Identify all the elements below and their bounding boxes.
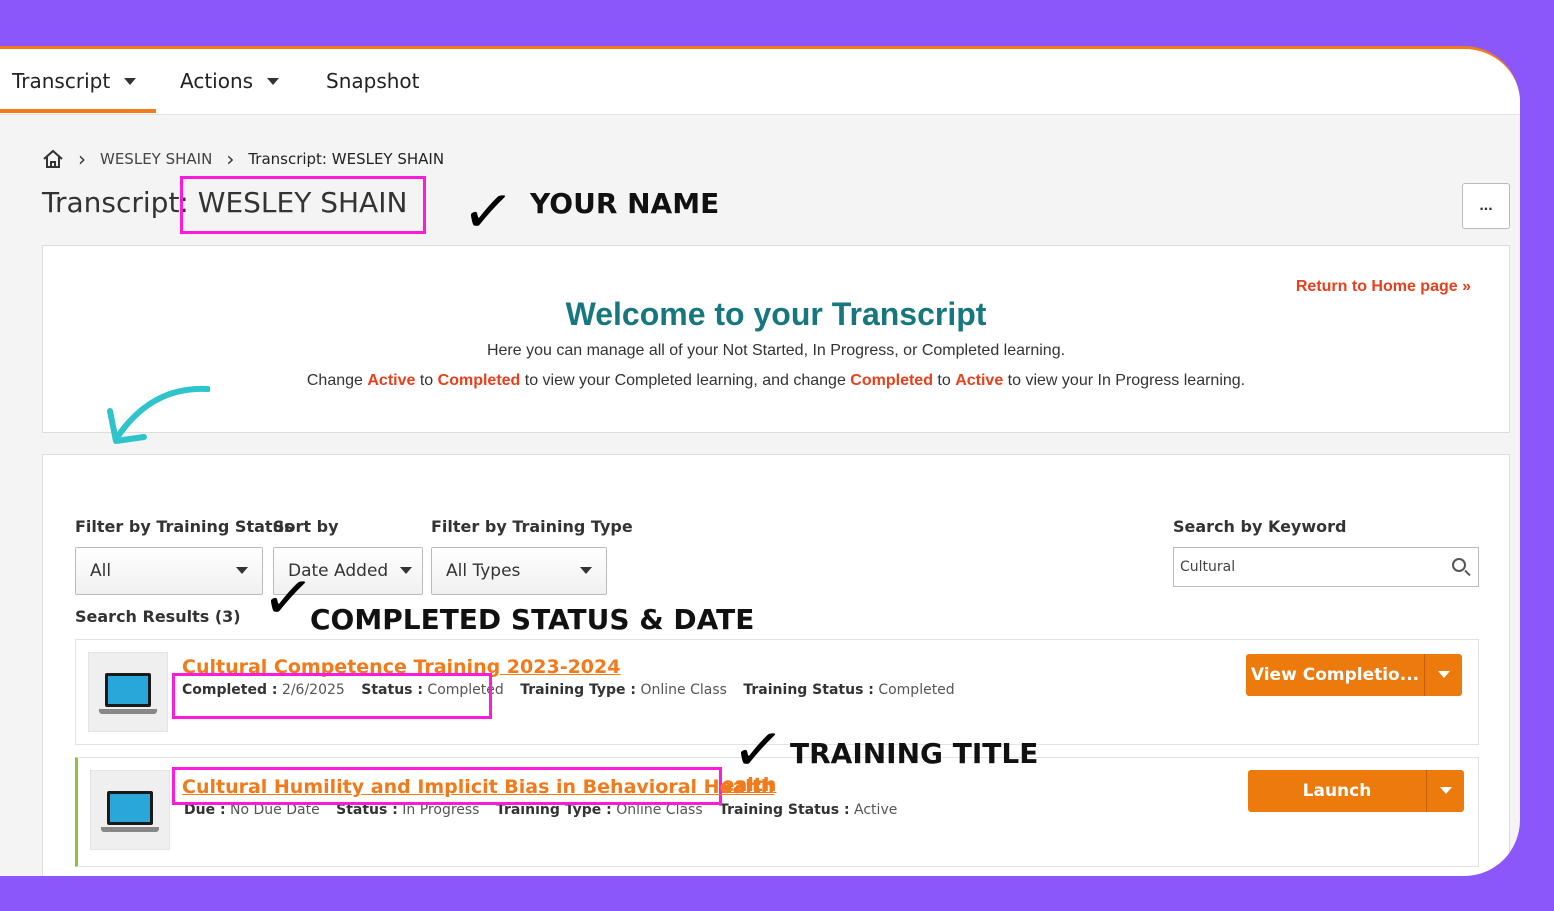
breadcrumb-user[interactable]: WESLEY SHAIN	[100, 150, 212, 168]
chevron-right-icon: ›	[78, 147, 86, 171]
keyword-value: Cultural	[1180, 559, 1236, 575]
laptop-icon	[88, 652, 168, 732]
chevron-down-icon	[400, 567, 412, 574]
type-filter-label: Filter by Training Type	[431, 517, 633, 536]
search-icon[interactable]	[1452, 558, 1466, 572]
home-icon[interactable]	[42, 149, 64, 169]
launch-button[interactable]: Launch	[1248, 770, 1464, 812]
arrow-icon	[107, 385, 210, 444]
chevron-right-icon: ›	[226, 147, 235, 171]
instruction-text: Change	[306, 372, 368, 389]
type-filter-select[interactable]: All Types	[431, 547, 607, 595]
training-status-value: Completed	[878, 682, 955, 698]
chevron-down-icon[interactable]	[1426, 770, 1464, 812]
search-results-count: Search Results (3)	[75, 607, 241, 626]
status-highlight-box	[172, 673, 492, 719]
welcome-panel: Return to Home page » Welcome to your Tr…	[42, 245, 1510, 433]
keyword-label: Search by Keyword	[1173, 517, 1347, 536]
meta-label: Training Status :	[719, 802, 850, 818]
name-highlight-box	[180, 176, 426, 234]
active-tab-indicator	[0, 109, 156, 113]
instruction-text: to	[932, 372, 956, 389]
tab-transcript[interactable]: Transcript	[12, 69, 137, 93]
status-filter-value: All	[90, 561, 112, 581]
top-nav: Transcript Actions Snapshot	[0, 49, 1520, 115]
breadcrumb: › WESLEY SHAIN › Transcript: WESLEY SHAI…	[42, 147, 444, 171]
chevron-down-icon	[580, 567, 592, 574]
training-type-value: Online Class	[640, 682, 727, 698]
status-filter-select[interactable]: All	[75, 547, 263, 595]
meta-label: Training Status :	[743, 682, 874, 698]
chevron-down-icon	[236, 567, 248, 574]
welcome-subtitle: Here you can manage all of your Not Star…	[486, 342, 1066, 359]
results-panel: Filter by Training Status All Sort by Da…	[42, 454, 1510, 876]
instruction-highlight: Active	[367, 372, 416, 389]
tab-transcript-label: Transcript	[12, 69, 111, 93]
instruction-highlight: Completed	[437, 372, 521, 389]
tab-snapshot-label: Snapshot	[326, 69, 420, 93]
instruction-highlight: Completed	[850, 372, 933, 389]
page-title-prefix: Transcript:	[42, 186, 189, 219]
view-completion-button[interactable]: View Completio...	[1246, 654, 1462, 696]
return-home-link[interactable]: Return to Home page »	[1296, 278, 1471, 296]
annotation-your-name: YOUR NAME	[530, 187, 720, 220]
instruction-highlight: Active	[955, 372, 1004, 389]
welcome-title: Welcome to your Transcript	[565, 296, 987, 332]
training-status-value: Active	[854, 802, 898, 818]
app-window: Transcript Actions Snapshot › WESLEY SHA…	[0, 46, 1520, 876]
tab-actions[interactable]: Actions	[180, 69, 280, 93]
sort-label: Sort by	[273, 517, 339, 536]
chevron-down-icon	[267, 77, 280, 85]
checkmark-icon: ✓	[458, 172, 518, 251]
annotation-completed-status: COMPLETED STATUS & DATE	[310, 603, 755, 636]
more-options-button[interactable]: ...	[1462, 183, 1510, 229]
meta-label: Training Type :	[520, 682, 637, 698]
checkmark-icon: ✓	[258, 558, 318, 637]
instruction-text: to view your Completed learning, and cha…	[520, 372, 851, 389]
type-filter-value: All Types	[446, 561, 521, 581]
tab-actions-label: Actions	[180, 69, 254, 93]
title-highlight-box: Cultural Humility and Implicit Bias in B…	[172, 767, 774, 805]
breadcrumb-current: Transcript: WESLEY SHAIN	[248, 150, 445, 168]
welcome-instructions: Change Active to Completed to view your …	[43, 372, 1509, 390]
launch-label: Launch	[1302, 781, 1372, 801]
checkmark-icon: ✓	[728, 710, 788, 789]
training-title-highlighted: Cultural Humility and Implicit Bias in B…	[182, 776, 775, 798]
instruction-text: to view your In Progress learning.	[1003, 372, 1246, 389]
chevron-down-icon[interactable]	[1424, 654, 1462, 696]
laptop-icon	[90, 770, 170, 850]
status-filter-label: Filter by Training Status	[75, 517, 294, 536]
tab-snapshot[interactable]: Snapshot	[326, 69, 420, 93]
instruction-text: to	[415, 372, 438, 389]
chevron-down-icon	[124, 77, 137, 85]
annotation-training-title: TRAINING TITLE	[790, 737, 1039, 770]
view-completion-label: View Completio...	[1250, 665, 1420, 685]
keyword-search-input[interactable]: Cultural	[1173, 547, 1479, 587]
